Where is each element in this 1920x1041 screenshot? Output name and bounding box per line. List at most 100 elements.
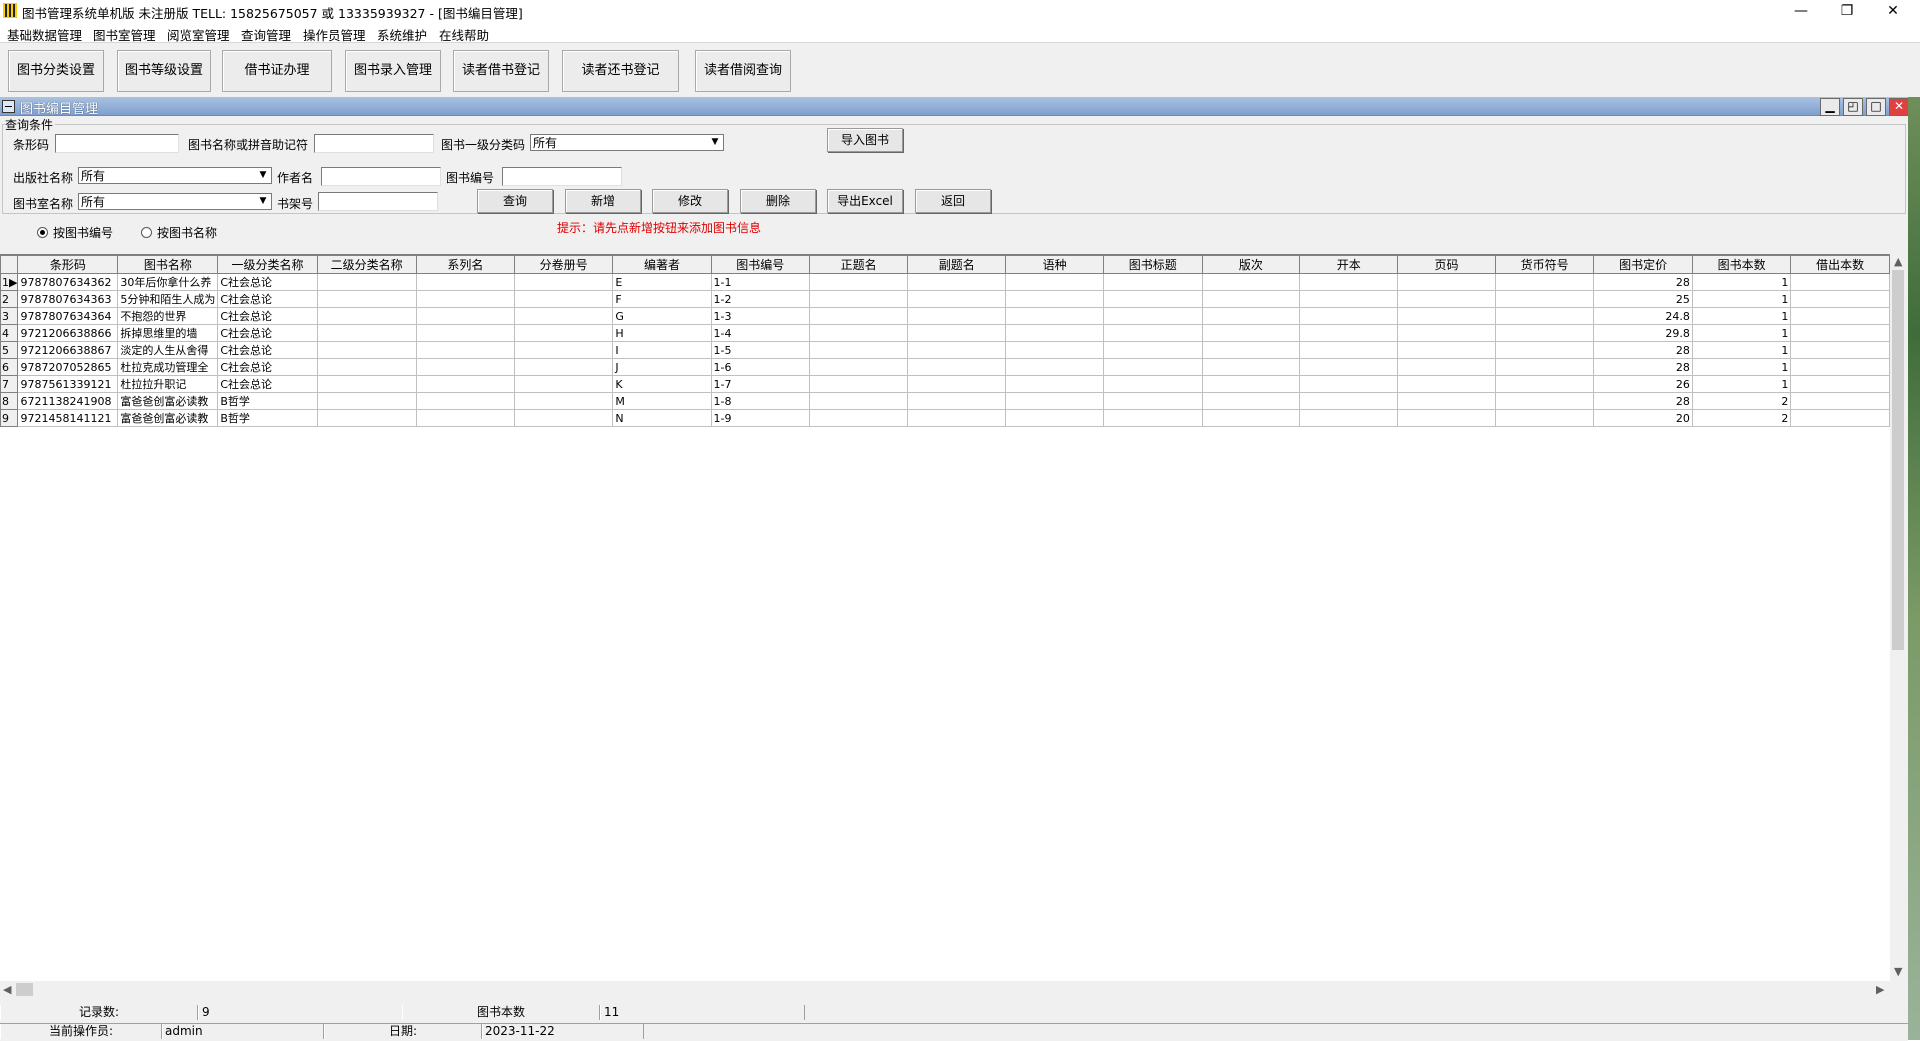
cell-author[interactable]: G [612,307,712,325]
delete-button[interactable]: 删除 [740,189,816,213]
cell-barcode[interactable]: 9787807634364 [17,307,119,325]
cell[interactable] [1201,290,1301,308]
column-header[interactable]: 分卷册号 [513,255,614,274]
cell[interactable] [1201,307,1301,325]
cell-book-name[interactable]: 30年后你拿什么养 [117,273,219,291]
cell[interactable] [1299,273,1399,291]
scroll-down-icon[interactable]: ▼ [1894,965,1902,978]
cell[interactable] [1790,290,1890,308]
child-minimize-button[interactable]: ▁ [1820,98,1840,116]
cell-barcode[interactable]: 9721206638866 [17,324,119,342]
table-row[interactable]: 9 9721458141121 富爸爸创富必读教 B哲学 N 1-9 20 2 [0,409,1890,427]
cell[interactable] [808,273,909,291]
cell[interactable] [1397,375,1496,393]
column-header[interactable]: 版次 [1201,255,1301,274]
row-indicator[interactable]: 2 [0,290,19,308]
cell[interactable] [415,409,515,427]
cell-count[interactable]: 1 [1691,341,1792,359]
cell[interactable] [1790,358,1890,376]
cell[interactable] [907,375,1007,393]
cell-author[interactable]: F [612,290,712,308]
cell-book-name[interactable]: 5分钟和陌生人成为 [117,290,219,308]
cell[interactable] [1790,375,1890,393]
column-header[interactable]: 借出本数 [1790,255,1890,274]
table-row[interactable]: 3 9787807634364 不抱怨的世界 C社会总论 G 1-3 24.8 … [0,307,1890,325]
table-row[interactable]: 6 9787207052865 杜拉克成功管理全 C社会总论 J 1-6 28 … [0,358,1890,376]
cell-category[interactable]: C社会总论 [217,307,318,325]
cell[interactable] [1201,409,1301,427]
cell[interactable] [1201,341,1301,359]
column-header[interactable]: 图书名称 [117,255,219,274]
cell-book-number[interactable]: 1-5 [710,341,811,359]
cell[interactable] [1397,324,1496,342]
cell[interactable] [1299,290,1399,308]
cell-count[interactable]: 1 [1691,375,1792,393]
row-indicator[interactable]: 6 [0,358,19,376]
cell-book-number[interactable]: 1-4 [710,324,811,342]
cell-book-name[interactable]: 淡定的人生从舍得 [117,341,219,359]
row-indicator[interactable]: 4 [0,324,19,342]
cell[interactable] [1397,341,1496,359]
cell[interactable] [1397,290,1496,308]
cell-barcode[interactable]: 9787807634363 [17,290,119,308]
cell[interactable] [907,290,1007,308]
cell[interactable] [1494,409,1595,427]
window-restore-button[interactable]: ❐ [1824,0,1870,22]
cell[interactable] [808,290,909,308]
cell-count[interactable]: 1 [1691,273,1792,291]
cell[interactable] [1397,392,1496,410]
cell-book-name[interactable]: 富爸爸创富必读教 [117,409,219,427]
sort-by-number-radio[interactable] [37,227,48,238]
cell-barcode[interactable]: 9787561339121 [17,375,119,393]
cell[interactable] [808,375,909,393]
cell-book-number[interactable]: 1-3 [710,307,811,325]
cell[interactable] [907,409,1007,427]
cell[interactable] [1494,358,1595,376]
query-button[interactable]: 查询 [477,189,553,213]
window-close-button[interactable]: ✕ [1870,0,1916,22]
row-indicator[interactable]: 1▶ [0,273,19,291]
cell-count[interactable]: 2 [1691,409,1792,427]
cell-barcode[interactable]: 9721206638867 [17,341,119,359]
row-indicator[interactable]: 7 [0,375,19,393]
column-header[interactable]: 开本 [1299,255,1399,274]
cell[interactable] [1494,290,1595,308]
cell[interactable] [1790,273,1890,291]
cell[interactable] [1790,392,1890,410]
cell-author[interactable]: H [612,324,712,342]
book-name-input[interactable] [314,134,434,153]
cell[interactable] [1397,273,1496,291]
toolbar-book-entry-button[interactable]: 图书录入管理 [345,50,441,92]
add-button[interactable]: 新增 [565,189,641,213]
cell[interactable] [513,409,614,427]
cell-book-number[interactable]: 1-9 [710,409,811,427]
cell-book-number[interactable]: 1-2 [710,290,811,308]
scroll-up-icon[interactable]: ▲ [1894,255,1902,268]
cell[interactable] [1005,273,1105,291]
cell[interactable] [316,324,417,342]
back-button[interactable]: 返回 [915,189,991,213]
cell[interactable] [1397,358,1496,376]
export-excel-button[interactable]: 导出Excel [827,189,903,213]
cell[interactable] [1005,375,1105,393]
import-books-button[interactable]: 导入图书 [827,128,903,152]
cell[interactable] [1397,409,1496,427]
cell-book-number[interactable]: 1-1 [710,273,811,291]
cell[interactable] [1201,273,1301,291]
cell[interactable] [907,341,1007,359]
author-input[interactable] [321,167,441,186]
cell[interactable] [907,358,1007,376]
cell[interactable] [808,358,909,376]
column-header[interactable]: 图书定价 [1593,255,1693,274]
table-row[interactable]: 2 9787807634363 5分钟和陌生人成为 C社会总论 F 1-2 25… [0,290,1890,308]
cell-category[interactable]: C社会总论 [217,341,318,359]
cell-book-name[interactable]: 富爸爸创富必读教 [117,392,219,410]
child-restore-button[interactable]: ◰ [1843,98,1863,116]
cell[interactable] [907,273,1007,291]
publisher-select[interactable]: 所有 ▼ [78,167,272,184]
cell[interactable] [1005,358,1105,376]
cell[interactable] [1299,307,1399,325]
cell-author[interactable]: M [612,392,712,410]
column-header[interactable]: 货币符号 [1494,255,1595,274]
cell[interactable] [513,324,614,342]
